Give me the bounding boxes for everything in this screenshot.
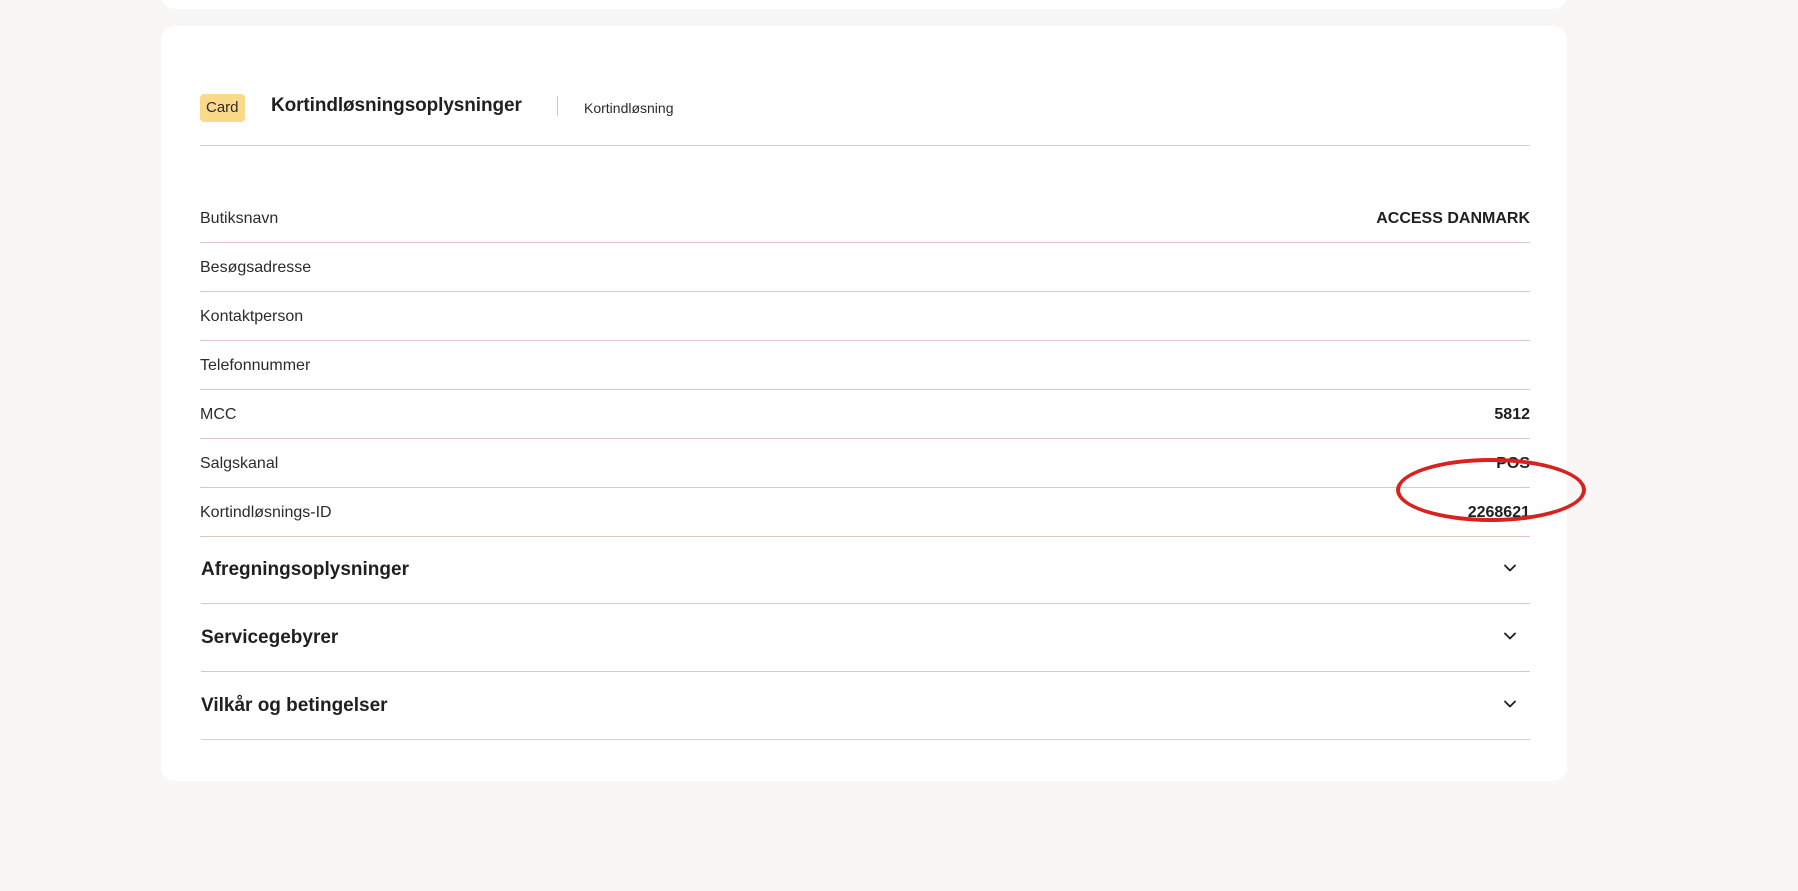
chevron-down-icon[interactable] [1502,696,1518,712]
detail-row-salgskanal: Salgskanal POS [200,439,1530,488]
detail-row-mcc: MCC 5812 [200,390,1530,439]
detail-row-telefonnummer: Telefonnummer [200,341,1530,390]
chevron-down-icon[interactable] [1502,628,1518,644]
detail-row-kontaktperson: Kontaktperson [200,292,1530,341]
detail-label: Salgskanal [200,455,279,472]
detail-label: MCC [200,406,237,423]
header-divider [557,96,558,116]
accordion-servicegebyrer[interactable]: Servicegebyrer [201,604,1530,672]
chevron-down-icon[interactable] [1502,560,1518,576]
card-subtitle: Kortindløsning [584,100,674,116]
detail-label: Telefonnummer [200,357,311,374]
detail-value: 2268621 [1467,504,1530,521]
card-title: Kortindløsningsoplysninger [271,95,522,116]
detail-value: 5812 [1494,406,1530,423]
detail-value: ACCESS DANMARK [1376,210,1530,227]
detail-label: Kortindløsnings-ID [200,504,332,521]
detail-label: Besøgsadresse [200,259,312,276]
card-type-badge: Card [200,94,245,122]
card-acquiring-details: Card Kortindløsningsoplysninger Kortindl… [161,26,1567,781]
previous-card [161,0,1567,9]
card-header: Card Kortindløsningsoplysninger Kortindl… [200,68,1530,146]
details-list: Butiksnavn ACCESS DANMARK Besøgsadresse … [200,194,1530,537]
detail-row-butiksnavn: Butiksnavn ACCESS DANMARK [200,194,1530,243]
accordion-afregningsoplysninger[interactable]: Afregningsoplysninger [201,536,1530,604]
accordion-sections: Afregningsoplysninger Servicegebyrer Vil… [201,536,1530,740]
detail-row-besogsadresse: Besøgsadresse [200,243,1530,292]
detail-label: Butiksnavn [200,210,279,227]
detail-label: Kontaktperson [200,308,304,325]
detail-value: POS [1496,455,1530,472]
accordion-vilkar-og-betingelser[interactable]: Vilkår og betingelser [201,672,1530,740]
accordion-title: Afregningsoplysninger [201,559,409,580]
accordion-title: Servicegebyrer [201,627,339,648]
detail-row-kortindlosnings-id: Kortindløsnings-ID 2268621 [200,488,1530,537]
accordion-title: Vilkår og betingelser [201,695,388,716]
